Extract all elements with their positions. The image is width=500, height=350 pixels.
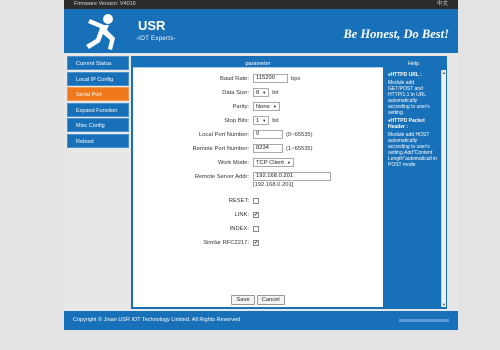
data-size-label: Data Size: — [222, 90, 249, 96]
sidebar-item-current-status[interactable]: Current Status — [67, 56, 129, 70]
data-size-row: Data Size: 8 ▼ bit — [133, 88, 383, 98]
stop-bits-value: 1 — [256, 118, 260, 124]
main-area: Current Status Local IP Config Serial Po… — [64, 53, 458, 311]
work-mode-value: TCP Client — [256, 160, 284, 166]
rfc2217-label: Similar RFC2217: — [203, 240, 249, 246]
stop-bits-select[interactable]: 1 ▼ — [253, 116, 270, 125]
header-banner: USR -IOT Experts- Be Honest, Do Best! — [64, 9, 458, 53]
footer: Copyright © Jinan USR IOT Technology Lim… — [64, 311, 458, 330]
remote-port-row: Remote Port Number: 8234 (1~65535) — [133, 144, 383, 154]
sidebar-item-expand-function[interactable]: Expand Function — [67, 102, 129, 117]
parity-row: Parity: None ▼ — [133, 102, 383, 112]
link-label: LINK: — [234, 212, 250, 218]
help-body: ♦HTTPD URL : Module add GET/POST and HTT… — [386, 70, 439, 307]
parameter-panel: parameter Baud Rate: 115200 bps Data Size… — [133, 60, 383, 307]
help-text-packet-header: Module add HOST automatically according … — [388, 132, 438, 168]
link-checkbox[interactable]: ✔ — [253, 212, 259, 218]
scroll-up-icon[interactable]: ▲ — [442, 70, 446, 75]
index-label: INDEX: — [229, 226, 249, 232]
parity-select[interactable]: None ▼ — [253, 102, 280, 111]
content-panel: parameter Baud Rate: 115200 bps Data Size… — [131, 56, 447, 309]
scroll-down-icon[interactable]: ▼ — [442, 302, 446, 307]
local-port-label: Local Port Number: — [199, 132, 249, 138]
chevron-down-icon: ▼ — [262, 118, 267, 123]
chevron-down-icon: ▼ — [272, 104, 277, 109]
index-checkbox[interactable] — [253, 226, 259, 232]
baud-rate-unit: bps — [291, 76, 301, 82]
copyright-text: Copyright © Jinan USR IOT Technology Lim… — [73, 317, 241, 323]
data-size-unit: bit — [272, 90, 279, 96]
help-heading-httpd-url: ♦HTTPD URL : — [388, 72, 422, 78]
slogan: Be Honest, Do Best! — [343, 27, 449, 41]
remote-port-input[interactable]: 8234 — [253, 144, 283, 153]
chevron-down-icon: ▼ — [262, 90, 267, 95]
parity-value: None — [256, 104, 270, 110]
parity-label: Parity: — [232, 104, 249, 110]
brand-tagline: -IOT Experts- — [136, 36, 176, 42]
local-port-row: Local Port Number: 0 (0~65535) — [133, 130, 383, 140]
save-button[interactable]: Save — [231, 295, 255, 305]
baud-rate-label: Baud Rate: — [219, 76, 249, 82]
top-bar: Firmware Version: V4016 中文 — [64, 0, 458, 9]
stop-bits-row: Stop Bits: 1 ▼ bit — [133, 116, 383, 126]
data-size-value: 8 — [256, 90, 260, 96]
help-text-httpd-url: Module add GET/POST and HTTP/1.1 in URL … — [388, 80, 430, 116]
local-port-range: (0~65535) — [286, 132, 313, 138]
index-row: INDEX: — [133, 224, 383, 234]
help-scrollbar[interactable]: ▲ ▼ — [441, 70, 446, 307]
firmware-version: Firmware Version: V4016 — [74, 1, 136, 7]
cancel-button[interactable]: Cancel — [256, 295, 285, 305]
sidebar-item-misc-config[interactable]: Misc Config — [67, 118, 129, 132]
footer-watermark — [399, 319, 449, 322]
local-port-input[interactable]: 0 — [253, 130, 283, 139]
baud-rate-input[interactable]: 115200 — [253, 74, 288, 83]
link-row: LINK: ✔ — [133, 210, 383, 220]
reset-label: RESET: — [228, 198, 249, 204]
sidebar-item-serial-port[interactable]: Serial Port — [67, 87, 129, 101]
language-switch-link[interactable]: 中文 — [437, 0, 448, 9]
work-mode-select[interactable]: TCP Client ▼ — [253, 158, 294, 167]
remote-port-label: Remote Port Number: — [192, 146, 249, 152]
stop-bits-unit: bit — [272, 118, 279, 124]
reset-checkbox[interactable] — [253, 198, 259, 204]
form-buttons: Save Cancel — [133, 295, 383, 305]
panel-title: parameter — [133, 60, 383, 68]
remote-port-range: (1~65535) — [286, 146, 313, 152]
stop-bits-label: Stop Bits: — [224, 118, 249, 124]
help-heading-packet-header: ♦HTTPD Packet Header : — [388, 118, 425, 130]
remote-addr-resolved: [192.168.0.201] — [253, 182, 294, 188]
sidebar-nav: Current Status Local IP Config Serial Po… — [67, 56, 129, 149]
help-title: Help — [407, 61, 420, 67]
baud-rate-row: Baud Rate: 115200 bps — [133, 74, 383, 84]
serial-port-form: Baud Rate: 115200 bps Data Size: 8 ▼ bit Pa… — [133, 68, 383, 305]
remote-addr-input[interactable]: 192.168.0.201 — [253, 172, 331, 181]
sidebar-item-reboot[interactable]: Reboot — [67, 133, 129, 148]
rfc2217-row: Similar RFC2217: ✔ — [133, 238, 383, 248]
brand-name: USR — [138, 18, 166, 33]
reset-row: RESET: — [133, 196, 383, 206]
rfc2217-checkbox[interactable]: ✔ — [253, 240, 259, 246]
work-mode-label: Work Mode: — [217, 160, 249, 166]
chevron-down-icon: ▼ — [286, 160, 291, 165]
work-mode-row: Work Mode: TCP Client ▼ — [133, 158, 383, 168]
data-size-select[interactable]: 8 ▼ — [253, 88, 270, 97]
remote-addr-label: Remote Server Addr: — [194, 174, 249, 180]
sidebar-item-local-ip-config[interactable]: Local IP Config — [67, 71, 129, 86]
usr-mascot-icon — [86, 14, 115, 50]
remote-addr-row: Remote Server Addr: 192.168.0.201 [192.1… — [133, 172, 383, 192]
